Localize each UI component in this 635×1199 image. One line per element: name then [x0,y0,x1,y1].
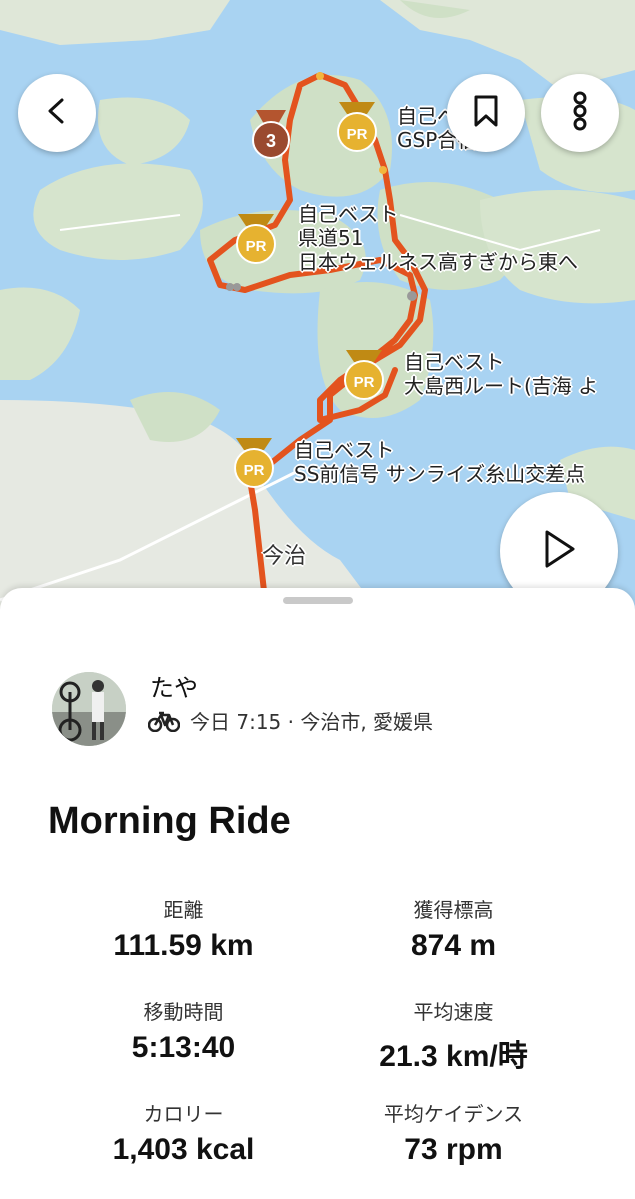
segment-label-line: 自己ベスト [298,202,399,226]
activity-meta: 今日 7:15 · 今治市, 愛媛県 [148,706,433,735]
segment-label-line: 日本ウェルネス高すぎから東へ [298,250,578,274]
play-icon [541,529,577,573]
more-vertical-icon [570,91,590,135]
avatar[interactable] [52,672,126,746]
athlete-name[interactable]: たや [150,668,198,703]
stat-label: 平均速度 [413,1000,494,1024]
pr-badge-4[interactable]: PR [230,436,278,490]
pr-text: PR [347,126,368,143]
more-options-button[interactable] [541,74,619,152]
rank-number: 3 [266,131,276,151]
drag-handle[interactable] [283,597,353,604]
stat-label: 獲得標高 [413,898,494,922]
stat-label: 平均ケイデンス [383,1102,524,1126]
activity-sheet[interactable]: たや 今日 7:15 · 今治市, 愛媛県 Morning Ride 距離 11… [0,588,635,1199]
segment-label-line: 自己ベスト [404,350,505,374]
pr-text: PR [244,462,265,479]
segment-label-line: 県道51 [298,226,364,250]
segment-label-line: 自己ベスト [294,438,395,462]
bookmark-button[interactable] [447,74,525,152]
pr-badge-1[interactable]: PR [333,100,381,154]
stat-avg-cadence: 平均ケイデンス 73 rpm [295,1098,612,1167]
bike-icon [148,711,180,732]
stat-value: 73 rpm [404,1133,503,1166]
bookmark-icon [471,94,501,132]
pr-text: PR [354,374,375,391]
segment-label-4: 自己ベスト SS前信号 サンライズ糸山交差点 [294,438,585,486]
city-label: 今治 [262,544,307,569]
segment-label-3: 自己ベスト 大島西ルート(吉海 よ [404,350,598,398]
stat-avg-speed: 平均速度 21.3 km/時 [295,996,612,1075]
segment-label-2: 自己ベスト 県道51 日本ウェルネス高すぎから東へ [298,202,578,274]
pr-text: PR [246,238,267,255]
stat-elevation: 獲得標高 874 m [295,894,612,963]
segment-label-line: SS前信号 サンライズ糸山交差点 [294,462,586,486]
chevron-left-icon [42,96,72,130]
pr-badge-2[interactable]: PR [232,212,280,266]
stat-value: 21.3 km/時 [379,1040,528,1073]
back-button[interactable] [18,74,96,152]
segment-label-line: 大島西ルート(吉海 よ [404,374,599,398]
route-map[interactable]: 3 PR PR PR PR 自己ベスト GSP合宿TT 自己ベスト 県道51 日… [0,0,635,640]
activity-datetime-location: 今日 7:15 · 今治市, 愛媛県 [190,710,434,734]
pr-badge-3[interactable]: PR [340,348,388,402]
activity-title: Morning Ride [48,800,291,842]
rank-medal-icon[interactable]: 3 [248,108,294,162]
stat-value: 874 m [410,929,497,962]
